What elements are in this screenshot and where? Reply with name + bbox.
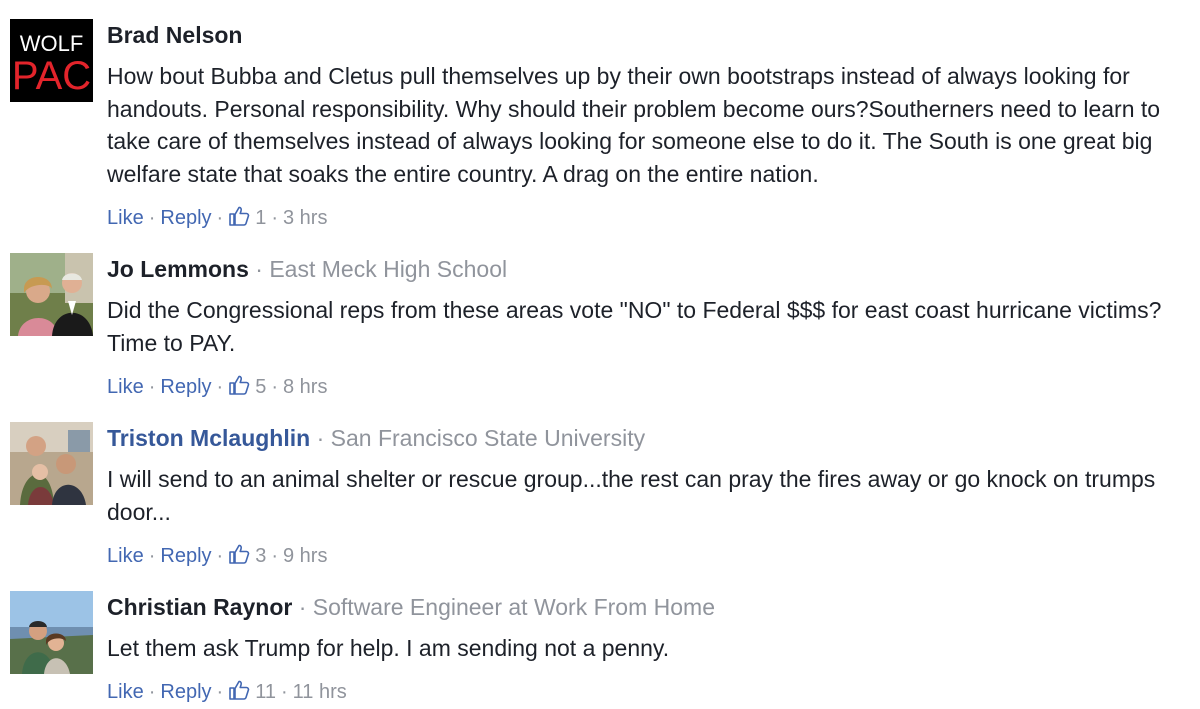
reply-link[interactable]: Reply (160, 545, 211, 567)
comment-actions: Like · Reply · 3 · 9 hrs (107, 543, 327, 569)
separator: · (216, 376, 224, 398)
like-link[interactable]: Like (107, 207, 144, 229)
timestamp[interactable]: 8 hrs (283, 376, 327, 398)
like-count[interactable]: 3 (255, 545, 266, 567)
reply-link[interactable]: Reply (160, 207, 211, 229)
author-affiliation[interactable]: East Meck High School (269, 256, 507, 282)
thumbs-up-icon[interactable] (228, 374, 250, 403)
thumbs-up-icon[interactable] (228, 205, 250, 234)
like-count[interactable]: 5 (255, 376, 266, 398)
author-affiliation[interactable]: Software Engineer at Work From Home (313, 594, 715, 620)
comment-actions: Like · Reply · 5 · 8 hrs (107, 374, 327, 400)
avatar-logo-text: WOLF (20, 31, 84, 56)
timestamp[interactable]: 9 hrs (283, 545, 327, 567)
separator: · (298, 594, 307, 620)
comment-text: Let them ask Trump for help. I am sendin… (107, 635, 670, 661)
comment-text: I will send to an animal shelter or resc… (107, 466, 1156, 525)
thumbs-up-icon[interactable] (228, 543, 250, 572)
separator: · (255, 256, 263, 282)
avatar[interactable] (10, 253, 93, 336)
separator: · (216, 681, 224, 703)
like-count[interactable]: 11 (255, 681, 276, 703)
like-link[interactable]: Like (107, 681, 144, 703)
separator: · (280, 681, 288, 703)
separator: · (148, 376, 156, 398)
like-link[interactable]: Like (107, 376, 144, 398)
separator: · (216, 207, 224, 229)
separator: · (316, 425, 325, 451)
like-count[interactable]: 1 (255, 207, 266, 229)
separator: · (148, 545, 156, 567)
separator: · (271, 376, 278, 398)
comment-text: How bout Bubba and Cletus pull themselve… (107, 63, 1161, 187)
separator: · (148, 207, 156, 229)
reply-link[interactable]: Reply (160, 376, 211, 398)
author-affiliation[interactable]: San Francisco State University (331, 425, 645, 451)
separator: · (148, 681, 156, 703)
avatar[interactable] (10, 422, 93, 505)
comment-author[interactable]: Brad Nelson (107, 22, 242, 48)
thumbs-up-icon[interactable] (228, 679, 250, 708)
reply-link[interactable]: Reply (160, 681, 211, 703)
avatar-logo-text: PAC (12, 54, 91, 98)
comment-actions: Like · Reply · 1 · 3 hrs (107, 205, 327, 231)
avatar[interactable]: WOLF PAC (10, 19, 93, 102)
avatar[interactable] (10, 591, 93, 674)
separator: · (271, 207, 278, 229)
like-link[interactable]: Like (107, 545, 144, 567)
comment-author[interactable]: Triston Mclaughlin (107, 425, 310, 451)
separator: · (271, 545, 278, 567)
timestamp[interactable]: 11 hrs (293, 681, 347, 703)
comment-author[interactable]: Jo Lemmons (107, 256, 249, 282)
timestamp[interactable]: 3 hrs (283, 207, 327, 229)
comment-text: Did the Congressional reps from these ar… (107, 297, 1162, 356)
comment-author[interactable]: Christian Raynor (107, 594, 292, 620)
separator: · (216, 545, 224, 567)
comment-actions: Like · Reply · 11 · 11 hrs (107, 679, 347, 705)
